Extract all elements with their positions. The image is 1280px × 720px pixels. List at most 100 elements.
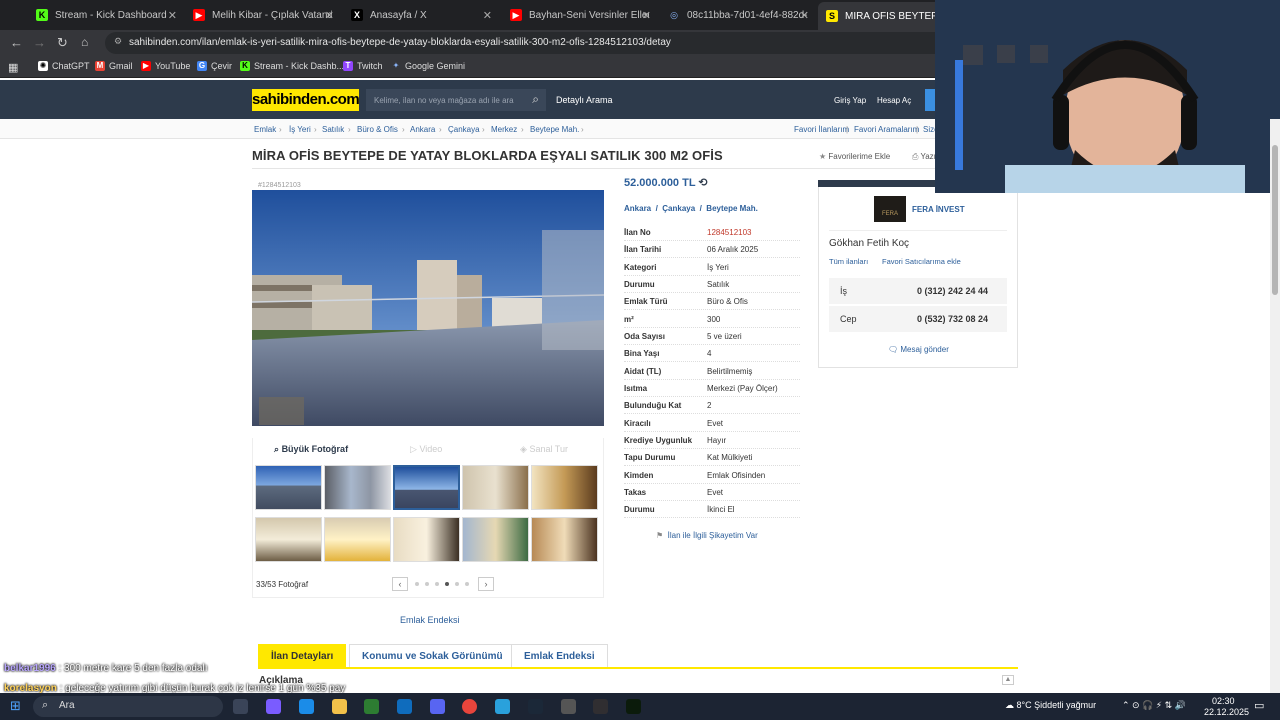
forward-icon[interactable]: → xyxy=(33,35,46,50)
file-explorer-icon[interactable] xyxy=(332,699,347,714)
task-view-icon[interactable] xyxy=(233,699,248,714)
pager-dot[interactable] xyxy=(465,582,469,586)
scrollbar-thumb[interactable] xyxy=(1272,145,1278,295)
photo-thumbnail[interactable] xyxy=(324,517,391,562)
breadcrumb-item[interactable]: Ankara xyxy=(410,125,435,134)
notification-icon[interactable]: ▭ xyxy=(1254,699,1264,712)
browser-tab[interactable]: ◎08c11bba-7d01-4ef4-882d-7a6✕ xyxy=(660,4,815,26)
bookmark-gemini[interactable]: ✦ Google Gemini xyxy=(391,61,465,71)
breadcrumb-item[interactable]: İş Yeri xyxy=(289,125,311,134)
pager-dot[interactable] xyxy=(425,582,429,586)
site-info-icon[interactable]: ⚙ xyxy=(114,36,122,47)
tray-icons[interactable]: ⌃ ⊙ 🎧 ⚡ ⇅ 🔊 xyxy=(1122,700,1186,711)
browser-tab[interactable]: ▶Bayhan-Seni Versinler Ellere - Y✕ xyxy=(502,4,657,26)
site-logo[interactable]: sahibinden.com xyxy=(252,89,360,111)
prev-photo-button[interactable]: ‹ xyxy=(392,577,408,591)
seller-logo[interactable]: FERA xyxy=(874,196,906,222)
seller-office-name[interactable]: FERA İNVEST xyxy=(912,205,965,214)
bookmark-kick[interactable]: K Stream - Kick Dashb... xyxy=(240,61,344,71)
photo-thumbnail[interactable] xyxy=(393,517,460,562)
location-link[interactable]: Çankaya xyxy=(662,204,695,213)
photo-thumbnail[interactable] xyxy=(462,517,529,562)
bookmark-gmail[interactable]: M Gmail xyxy=(95,61,133,71)
close-icon[interactable]: ✕ xyxy=(800,9,809,22)
bookmark-translate[interactable]: G Çevir xyxy=(197,61,232,71)
telegram-icon[interactable] xyxy=(495,699,510,714)
browser-tab[interactable]: K Stream - Kick Dashboard ✕ xyxy=(28,4,183,26)
pager-dot[interactable] xyxy=(435,582,439,586)
photo-thumbnail-selected[interactable] xyxy=(393,465,460,510)
copilot-icon[interactable] xyxy=(266,699,281,714)
virtual-tour-button[interactable]: ◈ Sanal Tur xyxy=(520,444,568,455)
taskbar-search[interactable]: ⌕ Ara xyxy=(33,696,223,717)
reload-icon[interactable]: ↻ xyxy=(57,35,68,51)
settings-icon[interactable] xyxy=(561,699,576,714)
main-photo[interactable] xyxy=(252,190,604,426)
close-icon[interactable]: ✕ xyxy=(325,9,334,22)
location-link[interactable]: Ankara xyxy=(624,204,651,213)
breadcrumb-item[interactable]: Çankaya xyxy=(448,125,480,134)
emlak-endeksi-link[interactable]: Emlak Endeksi xyxy=(400,615,460,625)
location-link[interactable]: Beytepe Mah. xyxy=(706,204,758,213)
next-photo-button[interactable]: › xyxy=(478,577,494,591)
close-icon[interactable]: ✕ xyxy=(168,9,177,22)
site-search-input[interactable]: Kelime, ilan no veya mağaza adı ile ara … xyxy=(366,89,546,111)
print-button[interactable]: ⎙ Yazı xyxy=(912,152,936,162)
send-message-link[interactable]: 🗨 Mesaj gönder xyxy=(888,345,949,354)
bookmark-chatgpt[interactable]: ✺ ChatGPT xyxy=(38,61,90,71)
obs-icon[interactable] xyxy=(593,699,608,714)
photo-thumbnail[interactable] xyxy=(531,465,598,510)
tab-emlak-endeksi[interactable]: Emlak Endeksi xyxy=(511,644,608,668)
breadcrumb-item[interactable]: Büro & Ofis xyxy=(357,125,398,134)
apps-grid-icon[interactable]: ▦ xyxy=(8,61,18,74)
store-icon[interactable] xyxy=(364,699,379,714)
photo-thumbnail[interactable] xyxy=(255,465,322,510)
login-link[interactable]: Giriş Yap xyxy=(834,96,866,105)
pager-dot[interactable] xyxy=(455,582,459,586)
weather-widget[interactable]: ☁ 8°C Şiddetli yağmur xyxy=(1005,700,1096,711)
photo-thumbnail[interactable] xyxy=(462,465,529,510)
photo-thumbnail[interactable] xyxy=(324,465,391,510)
favorite-seller-link[interactable]: Favori Satıcılarıma ekle xyxy=(882,257,961,266)
large-photo-button[interactable]: ⌕ Büyük Fotoğraf xyxy=(274,444,348,455)
history-icon[interactable]: ⟲ xyxy=(698,177,707,189)
home-icon[interactable]: ⌂ xyxy=(81,35,88,49)
steam-icon[interactable] xyxy=(528,699,543,714)
kick-app-icon[interactable] xyxy=(626,699,641,714)
url-input[interactable]: ⚙ sahibinden.com/ilan/emlak-is-yeri-sati… xyxy=(105,32,945,54)
bookmark-youtube[interactable]: ▶ YouTube xyxy=(141,61,190,71)
outlook-icon[interactable] xyxy=(397,699,412,714)
browser-tab[interactable]: ▶Melih Kibar - Çıplak Vatandaş |✕ xyxy=(185,4,340,26)
edge-icon[interactable] xyxy=(299,699,314,714)
pager-dot-active[interactable] xyxy=(445,582,449,586)
report-listing-link[interactable]: ⚑ İlan ile İlgili Şikayetim Var xyxy=(656,531,758,540)
register-link[interactable]: Hesap Aç xyxy=(877,96,911,105)
favorite-searches-link[interactable]: Favori Aramalarım xyxy=(854,125,919,134)
all-listings-link[interactable]: Tüm ilanları xyxy=(829,257,868,266)
discord-icon[interactable] xyxy=(430,699,445,714)
phone-row-mobile[interactable]: Cep 0 (532) 732 08 24 xyxy=(829,306,1007,332)
breadcrumb-item[interactable]: Merkez xyxy=(491,125,517,134)
breadcrumb-item[interactable]: Emlak xyxy=(254,125,276,134)
collapse-toggle[interactable]: ▲ xyxy=(1002,675,1014,685)
photo-thumbnail[interactable] xyxy=(255,517,322,562)
tab-location-street-view[interactable]: Konumu ve Sokak Görünümü xyxy=(349,644,516,668)
pager-dot[interactable] xyxy=(415,582,419,586)
windows-start-icon[interactable]: ⊞ xyxy=(10,698,21,714)
detailed-search-link[interactable]: Detaylı Arama xyxy=(556,95,613,105)
breadcrumb-item[interactable]: Beytepe Mah. xyxy=(530,125,579,134)
phone-row-work[interactable]: İş 0 (312) 242 24 44 xyxy=(829,278,1007,304)
add-favorite-button[interactable]: ★ Favorilerime Ekle xyxy=(819,152,890,161)
favorite-listings-link[interactable]: Favori İlanlarım xyxy=(794,125,849,134)
bookmark-twitch[interactable]: T Twitch xyxy=(343,61,383,71)
tab-listing-details[interactable]: İlan Detayları xyxy=(258,644,347,668)
photo-thumbnail[interactable] xyxy=(531,517,598,562)
chrome-icon[interactable] xyxy=(462,699,477,714)
search-icon[interactable]: ⌕ xyxy=(532,92,539,107)
breadcrumb-item[interactable]: Satılık xyxy=(322,125,344,134)
close-icon[interactable]: ✕ xyxy=(642,9,651,22)
browser-tab[interactable]: X Anasayfa / X ✕ xyxy=(343,4,498,26)
video-button[interactable]: ▷ Video xyxy=(410,444,442,455)
back-icon[interactable]: ← xyxy=(10,35,23,50)
close-icon[interactable]: ✕ xyxy=(483,9,492,22)
